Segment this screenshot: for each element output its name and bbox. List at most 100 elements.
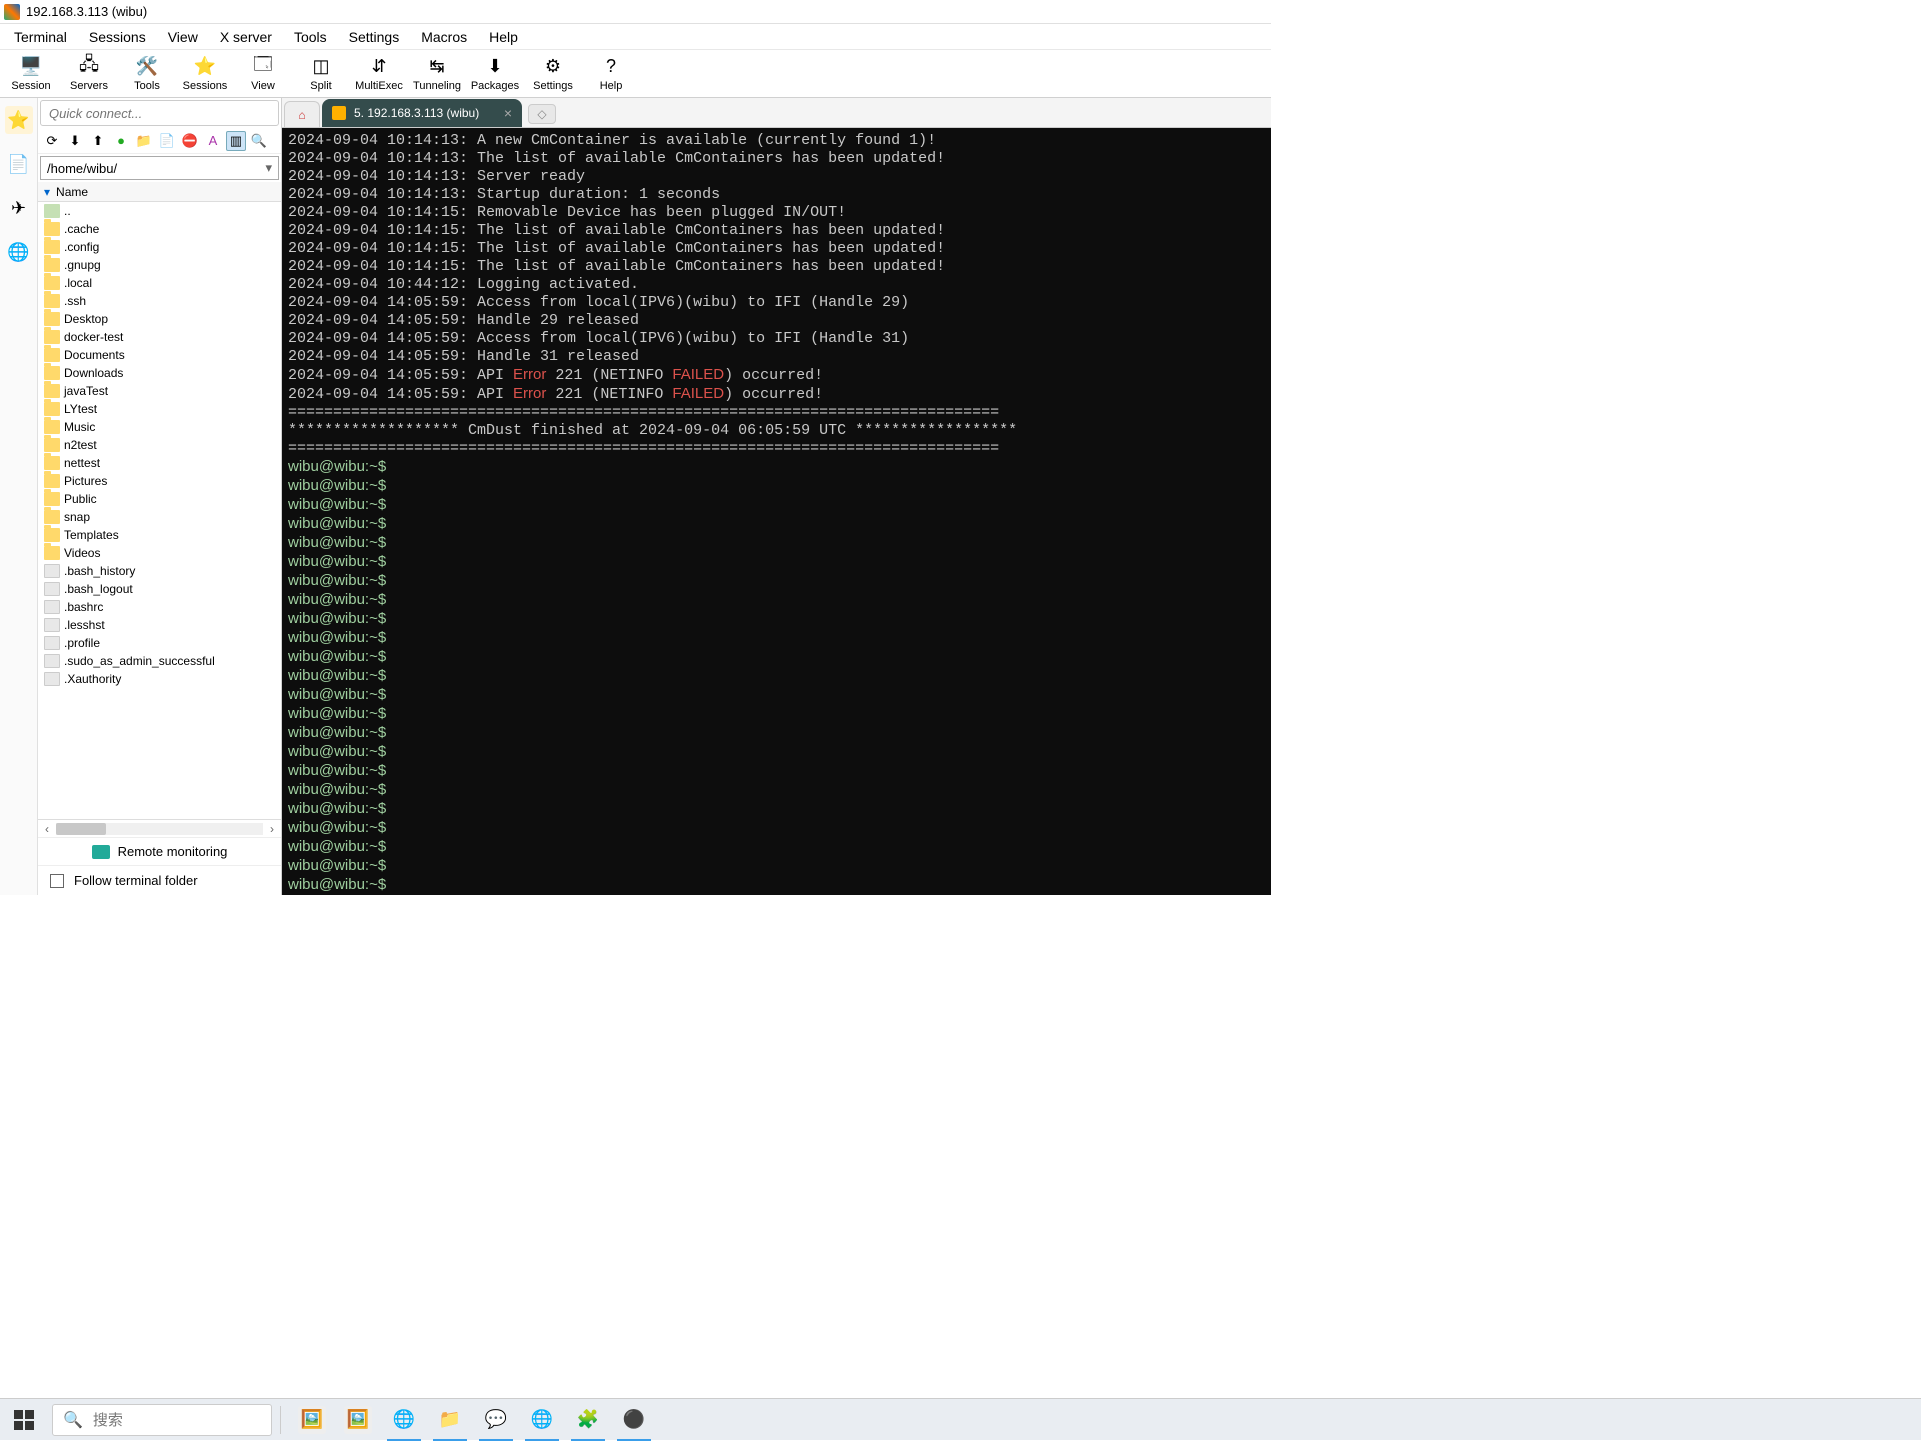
file-item[interactable]: .sudo_as_admin_successful xyxy=(38,652,281,670)
terminal-output[interactable]: 2024-09-04 10:14:13: A new CmContainer i… xyxy=(282,128,1271,895)
taskbar-app-1[interactable]: 🖼️ xyxy=(335,1399,381,1441)
file-item[interactable]: javaTest xyxy=(38,382,281,400)
tab-session-icon xyxy=(332,106,346,120)
find-icon[interactable]: 🔍 xyxy=(249,131,269,151)
menu-terminal[interactable]: Terminal xyxy=(4,25,77,49)
toolbtn-multiexec[interactable]: ⇵MultiExec xyxy=(352,52,406,96)
file-item[interactable]: .Xauthority xyxy=(38,670,281,688)
file-item[interactable]: .bash_logout xyxy=(38,580,281,598)
toggle-view-icon[interactable]: ▥ xyxy=(226,131,246,151)
file-item[interactable]: .gnupg xyxy=(38,256,281,274)
start-button[interactable] xyxy=(0,1399,48,1441)
scroll-right-icon[interactable]: › xyxy=(263,822,281,836)
strip-icon-3[interactable]: 🌐 xyxy=(5,238,33,266)
scroll-left-icon[interactable]: ‹ xyxy=(38,822,56,836)
taskbar-app-5[interactable]: 🌐 xyxy=(519,1399,565,1441)
menu-tools[interactable]: Tools xyxy=(284,25,337,49)
text-a-icon[interactable]: A xyxy=(203,131,223,151)
remote-monitoring-row[interactable]: Remote monitoring xyxy=(38,837,281,865)
taskbar-app-7[interactable]: ⚫ xyxy=(611,1399,657,1441)
scroll-thumb[interactable] xyxy=(56,823,106,835)
toolbtn-packages[interactable]: ⬇Packages xyxy=(468,52,522,96)
file-item[interactable]: Pictures xyxy=(38,472,281,490)
refresh-icon[interactable]: ⟳ xyxy=(42,131,62,151)
windows-logo-icon xyxy=(14,1410,34,1430)
menu-help[interactable]: Help xyxy=(479,25,528,49)
toolbtn-sessions[interactable]: ⭐Sessions xyxy=(178,52,232,96)
file-list-header[interactable]: ▾ Name xyxy=(38,182,281,202)
upload-icon[interactable]: ⬆ xyxy=(88,131,108,151)
delete-icon[interactable]: ⛔ xyxy=(180,131,200,151)
toolbtn-tools[interactable]: 🛠️Tools xyxy=(120,52,174,96)
toolbtn-session[interactable]: 🖥️Session xyxy=(4,52,58,96)
file-item[interactable]: .bashrc xyxy=(38,598,281,616)
sftp-side-panel: ⟳ ⬇ ⬆ ● 📁 📄 ⛔ A ▥ 🔍 /home/wibu/ ▾ ▾ Name… xyxy=(38,98,282,895)
taskbar-app-6[interactable]: 🧩 xyxy=(565,1399,611,1441)
status-green-icon[interactable]: ● xyxy=(111,131,131,151)
session-tab[interactable]: 5. 192.168.3.113 (wibu) × xyxy=(322,99,522,127)
file-item[interactable]: Desktop xyxy=(38,310,281,328)
strip-icon-0[interactable]: ⭐ xyxy=(5,106,33,134)
chevron-down-icon[interactable]: ▾ xyxy=(265,160,272,176)
strip-icon-2[interactable]: ✈ xyxy=(5,194,33,222)
toolbtn-view[interactable]: 🗔View xyxy=(236,52,290,96)
file-item[interactable]: .lesshst xyxy=(38,616,281,634)
file-item[interactable]: nettest xyxy=(38,454,281,472)
download-icon[interactable]: ⬇ xyxy=(65,131,85,151)
file-item[interactable]: LYtest xyxy=(38,400,281,418)
file-hscrollbar[interactable]: ‹ › xyxy=(38,819,281,837)
file-item[interactable]: .cache xyxy=(38,220,281,238)
add-tab-button[interactable]: ◇ xyxy=(528,104,556,124)
file-item[interactable]: .bash_history xyxy=(38,562,281,580)
file-item[interactable]: n2test xyxy=(38,436,281,454)
file-item[interactable]: Downloads xyxy=(38,364,281,382)
file-item[interactable]: .config xyxy=(38,238,281,256)
scroll-track[interactable] xyxy=(56,823,263,835)
strip-icon-1[interactable]: 📄 xyxy=(5,150,33,178)
taskbar-search[interactable]: 🔍 搜索 xyxy=(52,1404,272,1436)
toolbtn-servers[interactable]: 🖧Servers xyxy=(62,52,116,96)
taskbar-app-3[interactable]: 📁 xyxy=(427,1399,473,1441)
file-item[interactable]: snap xyxy=(38,508,281,526)
folder-icon xyxy=(44,492,60,506)
follow-checkbox[interactable] xyxy=(50,874,64,888)
taskbar-app-2[interactable]: 🌐 xyxy=(381,1399,427,1441)
toolbtn-help[interactable]: ?Help xyxy=(584,52,638,96)
home-tab[interactable]: ⌂ xyxy=(284,101,320,127)
path-bar[interactable]: /home/wibu/ ▾ xyxy=(40,156,279,180)
taskbar-app-0[interactable]: 🖼️ xyxy=(289,1399,335,1441)
file-name: Pictures xyxy=(64,474,107,488)
file-list[interactable]: ...cache.config.gnupg.local.ssh Desktop do… xyxy=(38,202,281,819)
menu-macros[interactable]: Macros xyxy=(411,25,477,49)
main-area: ⭐ 📄 ✈ 🌐 ⟳ ⬇ ⬆ ● 📁 📄 ⛔ A ▥ 🔍 /home/wibu/ ▾ ▾… xyxy=(0,98,1271,895)
file-item[interactable]: Public xyxy=(38,490,281,508)
toolbtn-split[interactable]: ◫Split xyxy=(294,52,348,96)
file-item[interactable]: docker-test xyxy=(38,328,281,346)
file-item[interactable]: Documents xyxy=(38,346,281,364)
close-icon[interactable]: × xyxy=(504,105,512,121)
menu-view[interactable]: View xyxy=(158,25,208,49)
copy-icon[interactable]: 📄 xyxy=(157,131,177,151)
file-name: Public xyxy=(64,492,97,506)
toolbtn-settings[interactable]: ⚙Settings xyxy=(526,52,580,96)
home-icon: ⌂ xyxy=(298,108,305,122)
file-name: Desktop xyxy=(64,312,108,326)
file-item[interactable]: Music xyxy=(38,418,281,436)
file-item[interactable]: Templates xyxy=(38,526,281,544)
file-item[interactable]: .. xyxy=(38,202,281,220)
file-item[interactable]: .ssh xyxy=(38,292,281,310)
follow-terminal-row[interactable]: Follow terminal folder xyxy=(38,865,281,895)
menu-settings[interactable]: Settings xyxy=(339,25,410,49)
file-item[interactable]: Videos xyxy=(38,544,281,562)
menu-x-server[interactable]: X server xyxy=(210,25,282,49)
toolbtn-tunneling[interactable]: ↹Tunneling xyxy=(410,52,464,96)
quick-connect-input[interactable] xyxy=(40,100,279,126)
help-icon: ? xyxy=(600,56,622,78)
file-item[interactable]: .local xyxy=(38,274,281,292)
terminal-area: ⌂ 5. 192.168.3.113 (wibu) × ◇ 2024-09-04… xyxy=(282,98,1271,895)
new-folder-icon[interactable]: 📁 xyxy=(134,131,154,151)
menu-sessions[interactable]: Sessions xyxy=(79,25,156,49)
app-icon: 🧩 xyxy=(574,1406,602,1434)
file-item[interactable]: .profile xyxy=(38,634,281,652)
taskbar-app-4[interactable]: 💬 xyxy=(473,1399,519,1441)
